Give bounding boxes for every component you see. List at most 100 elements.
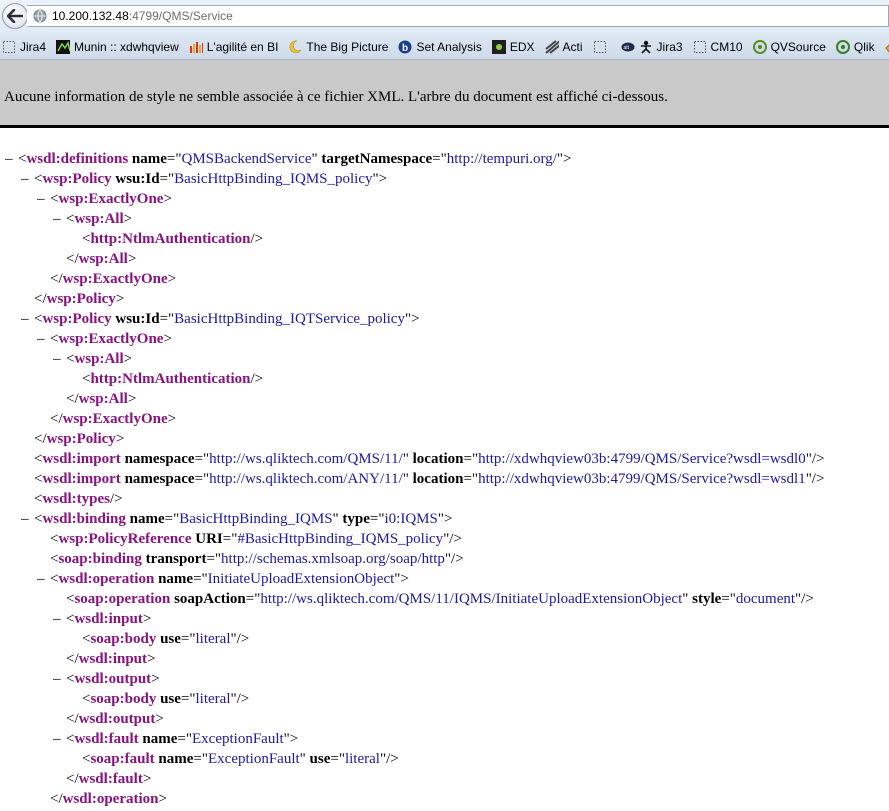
bookmark-label: Qlik [853, 39, 875, 54]
bookmark-acti[interactable]: Acti [544, 40, 583, 54]
bookmark-big-picture[interactable]: The Big Picture [288, 40, 388, 54]
banner-message: Aucune information de style ne semble as… [4, 89, 668, 105]
xml-line[interactable]: – <wsdl:binding name="BasicHttpBinding_IQ… [21, 510, 452, 530]
xml-attr-value: InitiateUploadExtensionObject [207, 571, 395, 587]
xml-punct: > [147, 651, 156, 667]
xml-line[interactable]: – <wsp:ExactlyOne> [37, 190, 172, 210]
collapse-toggle[interactable]: – [21, 170, 34, 188]
bookmark-qvsource[interactable]: QVSource [752, 39, 826, 54]
bookmarks-bar: Jira4 Munin :: xdwhqview L'agilité en BI… [0, 34, 889, 60]
xml-tag-name: soap:body [90, 631, 157, 647]
xml-punct: > [127, 251, 137, 267]
bookmark-label: Jira4 [20, 39, 47, 54]
xml-punct: =" [180, 631, 196, 647]
xml-attr-value: http://schemas.xmlsoap.org/soap/http [221, 551, 445, 567]
b-logo-icon: b [398, 40, 412, 54]
bookmark-agilite[interactable]: L'agilité en BI [189, 40, 278, 54]
xml-punct: > [142, 771, 152, 787]
xml-line: <wsp:PolicyReference URI="#BasicHttpBind… [37, 530, 462, 550]
bookmark-edx[interactable]: EDX [491, 39, 535, 54]
xml-punct: /> [109, 491, 123, 507]
bookmark-label: CM10 [710, 39, 743, 54]
collapse-toggle[interactable]: – [5, 150, 18, 168]
xml-attr-value: QMSBackendService [181, 151, 312, 167]
xml-punct: /> [250, 231, 264, 247]
collapse-toggle[interactable]: – [53, 730, 66, 748]
xml-tag-name: wsdl:operation [62, 791, 159, 807]
xml-line[interactable]: – <wsp:All> [53, 350, 132, 370]
xml-punct: > [115, 431, 125, 447]
xml-line[interactable]: – <wsp:ExactlyOne> [37, 330, 172, 350]
xml-line[interactable]: – <wsdl:definitions name="QMSBackendServi… [5, 150, 571, 170]
xml-attr-name: use [160, 631, 181, 647]
xml-line[interactable]: – <wsp:Policy wsu:Id="BasicHttpBinding_IQ… [21, 170, 387, 190]
collapse-toggle[interactable]: – [53, 670, 66, 688]
xml-punct: > [163, 191, 172, 207]
xml-line: </wsdl:input> [53, 650, 155, 670]
xml-punct: > [163, 331, 172, 347]
xml-attr-value: literal [195, 691, 231, 707]
url-field[interactable]: 10.200.132.48:4799/QMS/Service [27, 5, 889, 27]
xml-punct: "/> [443, 531, 462, 547]
xml-attr-name: namespace [124, 471, 195, 487]
xml-punct: </ [34, 431, 47, 447]
xml-punct: > [167, 271, 177, 287]
xml-punct: =" [369, 511, 385, 527]
xml-tag-name: wsdl:fault [74, 731, 139, 747]
back-button[interactable] [2, 3, 28, 29]
xml-punct: =" [463, 451, 479, 467]
bookmark-jira4[interactable]: Jira4 [2, 40, 46, 54]
xml-attr-name: location [412, 471, 464, 487]
xml-tag-name: wsp:ExactlyOne [58, 191, 164, 207]
xml-line[interactable]: – <wsdl:output> [53, 670, 160, 690]
xml-punct: > [151, 671, 160, 687]
xml-tag-name: wsp:Policy [46, 431, 116, 447]
xml-attr-name: URI [195, 531, 223, 547]
xml-line[interactable]: – <wsp:Policy wsu:Id="BasicHttpBinding_IQ… [21, 310, 420, 330]
xml-line[interactable]: – <wsdl:fault name="ExceptionFault"> [53, 730, 298, 750]
bookmark-blank[interactable] [593, 40, 611, 54]
svg-text:att: att [623, 45, 629, 51]
bookmark-set-analysis[interactable]: b Set Analysis [398, 40, 482, 54]
xml-tag-name: wsp:PolicyReference [58, 531, 192, 547]
xml-attr-value: http://ws.qliktech.com/ANY/11/ [209, 471, 403, 487]
collapse-toggle[interactable]: – [21, 310, 34, 328]
collapse-toggle[interactable]: – [37, 570, 50, 588]
xml-attr-name: transport [145, 551, 207, 567]
xml-line[interactable]: – <wsp:All> [53, 210, 132, 230]
xml-punct: =" [432, 151, 447, 167]
xml-tag-name: wsdl:binding [42, 511, 126, 527]
xml-punct: > [155, 711, 164, 727]
collapse-toggle[interactable]: – [37, 190, 50, 208]
xml-attr-name: style [692, 591, 722, 607]
collapse-toggle[interactable]: – [53, 610, 66, 628]
xml-line: <wsdl:import namespace="http://ws.qlikte… [21, 450, 824, 470]
collapse-toggle[interactable]: – [53, 350, 66, 368]
xml-attr-value: http://xdwhqview03b:4799/QMS/Service?wsd… [478, 471, 806, 487]
xml-punct: =" [721, 591, 736, 607]
xml-tag-name: soap:operation [74, 591, 171, 607]
xml-line[interactable]: – <wsdl:operation name="InitiateUploadExt… [37, 570, 409, 590]
url-path: :4799/QMS/Service [128, 9, 233, 23]
rh-icon [885, 40, 889, 54]
xml-attr-name: type [342, 511, 370, 527]
collapse-toggle[interactable]: – [21, 510, 34, 528]
xml-tag-name: wsdl:output [74, 671, 152, 687]
bookmark-qlik[interactable]: Qlik [835, 39, 875, 54]
xml-tag-name: wsdl:import [42, 471, 121, 487]
xml-line[interactable]: – <wsdl:input> [53, 610, 151, 630]
collapse-toggle[interactable]: – [37, 330, 50, 348]
collapse-toggle[interactable]: – [53, 210, 66, 228]
xml-attr-name: soapAction [174, 591, 246, 607]
address-bar-row: 10.200.132.48:4799/QMS/Service [0, 0, 889, 34]
xml-attr-name: location [412, 451, 464, 467]
bookmark-munin[interactable]: Munin :: xdwhqview [56, 39, 179, 54]
xml-attr-name: use [309, 751, 331, 767]
xml-tag-name: wsp:All [74, 351, 124, 367]
bookmark-cm10[interactable]: CM10 [693, 40, 743, 54]
xml-punct: =" [193, 751, 208, 767]
bookmark-jira3[interactable]: att Jira3 [621, 40, 683, 54]
bookmark-rh[interactable]: RH [885, 40, 889, 54]
xml-tag-name: wsp:ExactlyOne [58, 331, 164, 347]
xml-punct: "> [283, 731, 299, 747]
